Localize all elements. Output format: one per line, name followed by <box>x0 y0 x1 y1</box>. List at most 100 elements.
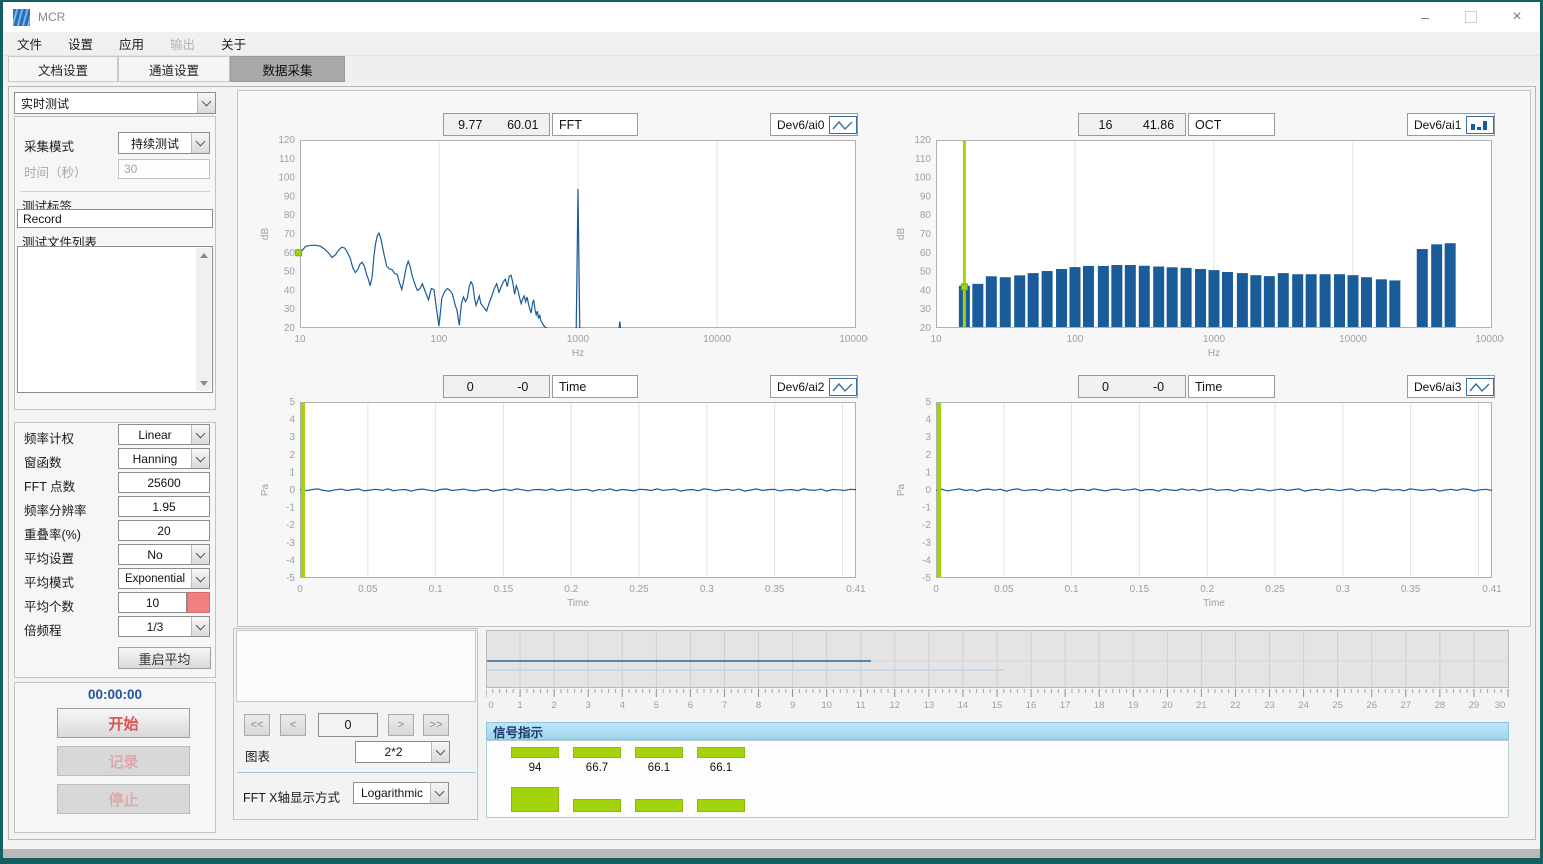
line-icon <box>829 116 857 134</box>
title-bar: MCR – × <box>3 2 1540 32</box>
signal-level-bar <box>511 747 559 758</box>
nav-prev-button[interactable]: < <box>280 714 306 736</box>
svg-text:10: 10 <box>294 334 306 345</box>
svg-text:1: 1 <box>925 467 931 478</box>
chevron-down-icon[interactable] <box>197 93 215 113</box>
chevron-down-icon[interactable] <box>430 783 448 803</box>
svg-text:19: 19 <box>1128 700 1139 711</box>
record-label-input[interactable]: Record <box>17 209 213 228</box>
svg-text:0.41: 0.41 <box>1482 584 1502 595</box>
svg-text:0: 0 <box>925 485 931 496</box>
oct-plot[interactable]: 2030405060708090100110120101001000100001… <box>876 132 1504 364</box>
time-label: 时间（秒） <box>24 162 87 181</box>
signal-level-value: 66.1 <box>635 762 683 774</box>
svg-text:6: 6 <box>688 700 693 711</box>
svg-text:2: 2 <box>289 450 295 461</box>
menu-file[interactable]: 文件 <box>17 34 42 53</box>
app-window: MCR – × 文件 设置 应用 输出 关于 文档设置 通道设置 数据采集 实时… <box>0 0 1543 864</box>
window-border-bottom <box>0 858 1543 864</box>
svg-text:0.25: 0.25 <box>1265 584 1285 595</box>
svg-text:0.25: 0.25 <box>629 584 649 595</box>
line-icon <box>829 378 857 396</box>
svg-text:1: 1 <box>289 467 295 478</box>
layout-label: 图表 <box>245 746 270 765</box>
weighting-select[interactable]: Linear <box>118 424 210 445</box>
record-timeline[interactable]: 0123456789101112131415161718192021222324… <box>486 630 1510 712</box>
param-label-avg-count: 平均个数 <box>24 596 74 615</box>
chevron-down-icon[interactable] <box>191 545 209 564</box>
svg-text:0.1: 0.1 <box>429 584 443 595</box>
nav-first-button[interactable]: << <box>244 714 270 736</box>
time3-plot[interactable]: -5-4-3-2-101234500.050.10.150.20.250.30.… <box>876 394 1504 624</box>
scroll-up-icon[interactable] <box>196 248 211 263</box>
close-button[interactable]: × <box>1494 2 1540 32</box>
time2-plot[interactable]: -5-4-3-2-101234500.050.10.150.20.250.30.… <box>240 394 868 624</box>
chevron-down-icon[interactable] <box>191 449 209 468</box>
restart-avg-button[interactable]: 重启平均 <box>118 647 211 669</box>
svg-text:100000: 100000 <box>839 334 868 345</box>
svg-text:50: 50 <box>920 267 932 278</box>
legend-box <box>236 630 476 702</box>
svg-text:0.35: 0.35 <box>1401 584 1421 595</box>
signal-level-bar <box>573 747 621 758</box>
svg-text:20: 20 <box>284 323 296 334</box>
menu-application[interactable]: 应用 <box>119 34 144 53</box>
menu-settings[interactable]: 设置 <box>68 34 93 53</box>
svg-text:12: 12 <box>890 700 901 711</box>
svg-text:50: 50 <box>284 267 296 278</box>
maximize-button[interactable] <box>1448 2 1494 32</box>
svg-text:4: 4 <box>289 415 295 426</box>
listbox-scrollbar[interactable] <box>196 248 211 391</box>
chevron-down-icon[interactable] <box>191 569 209 588</box>
start-button[interactable]: 开始 <box>57 708 190 738</box>
svg-text:0: 0 <box>933 584 939 595</box>
freq-resolution-input[interactable]: 1.95 <box>118 496 210 517</box>
fft-axis-mode-label: FFT X轴显示方式 <box>243 787 340 806</box>
svg-text:22: 22 <box>1230 700 1241 711</box>
tab-data-acquisition[interactable]: 数据采集 <box>230 56 345 82</box>
avg-mode-select[interactable]: Exponential <box>118 568 210 589</box>
svg-text:dB: dB <box>260 228 271 241</box>
layout-select[interactable]: 2*2 <box>355 741 450 763</box>
minimize-button[interactable]: – <box>1402 2 1448 32</box>
signal-status-bar <box>697 799 745 812</box>
fft-points-input[interactable]: 25600 <box>118 472 210 493</box>
svg-text:3: 3 <box>925 432 931 443</box>
param-label-window: 窗函数 <box>24 452 62 471</box>
menu-about[interactable]: 关于 <box>221 34 246 53</box>
svg-text:120: 120 <box>278 135 295 146</box>
fft-plot[interactable]: 2030405060708090100110120101001000100001… <box>240 132 868 364</box>
chevron-down-icon[interactable] <box>191 425 209 444</box>
chevron-down-icon[interactable] <box>431 742 449 762</box>
tab-channel-settings[interactable]: 通道设置 <box>118 56 230 82</box>
svg-text:-2: -2 <box>922 520 931 531</box>
nav-index-box[interactable]: 0 <box>318 713 378 737</box>
fft-axis-mode-select[interactable]: Logarithmic <box>353 782 449 804</box>
avg-setting-select[interactable]: No <box>118 544 210 565</box>
octave-select[interactable]: 1/3 <box>118 616 210 637</box>
mode-select[interactable]: 实时测试 <box>14 92 216 114</box>
overlap-input[interactable]: 20 <box>118 520 210 541</box>
svg-text:0.2: 0.2 <box>564 584 578 595</box>
signal-status-bar <box>573 799 621 812</box>
param-label-fft-points: FFT 点数 <box>24 476 75 495</box>
tab-document-settings[interactable]: 文档设置 <box>8 56 118 82</box>
svg-text:5: 5 <box>289 397 295 408</box>
scroll-down-icon[interactable] <box>196 376 211 391</box>
nav-next-button[interactable]: > <box>388 714 414 736</box>
window-border-left <box>0 0 3 864</box>
acq-mode-select[interactable]: 持续测试 <box>118 132 210 154</box>
svg-text:-4: -4 <box>922 555 931 566</box>
stop-button: 停止 <box>57 784 190 814</box>
svg-text:0.3: 0.3 <box>1336 584 1350 595</box>
chevron-down-icon[interactable] <box>191 133 209 153</box>
svg-text:0: 0 <box>488 700 493 711</box>
nav-last-button[interactable]: >> <box>423 714 449 736</box>
svg-text:60: 60 <box>920 248 932 259</box>
svg-text:5: 5 <box>654 700 659 711</box>
file-listbox[interactable] <box>17 246 213 393</box>
chevron-down-icon[interactable] <box>191 617 209 636</box>
window-func-select[interactable]: Hanning <box>118 448 210 469</box>
avg-count-input[interactable]: 10 <box>118 592 187 613</box>
svg-text:10: 10 <box>821 700 832 711</box>
